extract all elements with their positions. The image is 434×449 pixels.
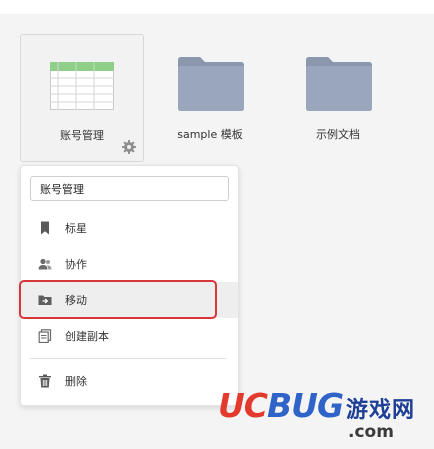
menu-item-collaborate[interactable]: 协作 bbox=[21, 246, 238, 282]
menu-item-label: 创建副本 bbox=[65, 330, 109, 343]
gear-icon[interactable] bbox=[121, 139, 137, 155]
watermark-com: .com bbox=[348, 422, 394, 442]
watermark-cn: 游戏网 bbox=[346, 397, 416, 423]
menu-item-label: 移动 bbox=[65, 294, 87, 307]
spreadsheet-icon bbox=[50, 62, 114, 110]
file-name: 示例文档 bbox=[316, 128, 360, 141]
users-icon bbox=[38, 258, 52, 270]
menu-item-label: 协作 bbox=[65, 258, 87, 271]
bookmark-icon bbox=[41, 221, 49, 235]
menu-divider bbox=[30, 358, 226, 359]
file-tile-spreadsheet[interactable]: 账号管理 bbox=[20, 34, 144, 162]
menu-item-duplicate[interactable]: 创建副本 bbox=[21, 318, 238, 354]
context-menu: 标星 协作 移动 创建副本 bbox=[20, 165, 239, 406]
file-name: sample 模板 bbox=[177, 128, 243, 141]
copy-icon bbox=[38, 329, 52, 343]
watermark-brand: UCBUG bbox=[218, 386, 344, 425]
file-tile-folder-docs[interactable]: 示例文档 bbox=[276, 34, 400, 162]
menu-item-label: 删除 bbox=[65, 375, 87, 388]
top-band bbox=[0, 0, 434, 14]
watermark-logo: UCBUG 游戏网 .com bbox=[218, 388, 430, 444]
move-folder-icon bbox=[38, 295, 52, 305]
menu-item-move[interactable]: 移动 bbox=[21, 282, 238, 318]
trash-icon bbox=[39, 374, 51, 388]
folder-icon bbox=[306, 57, 372, 111]
watermark-bug: BUG bbox=[267, 386, 344, 425]
menu-item-label: 标星 bbox=[65, 222, 87, 235]
watermark-uc: UC bbox=[218, 386, 268, 425]
menu-item-star[interactable]: 标星 bbox=[21, 210, 238, 246]
rename-input[interactable] bbox=[30, 176, 229, 201]
file-tile-folder-sample[interactable]: sample 模板 bbox=[148, 34, 272, 162]
folder-icon bbox=[178, 57, 244, 111]
menu-item-delete[interactable]: 删除 bbox=[21, 363, 238, 399]
